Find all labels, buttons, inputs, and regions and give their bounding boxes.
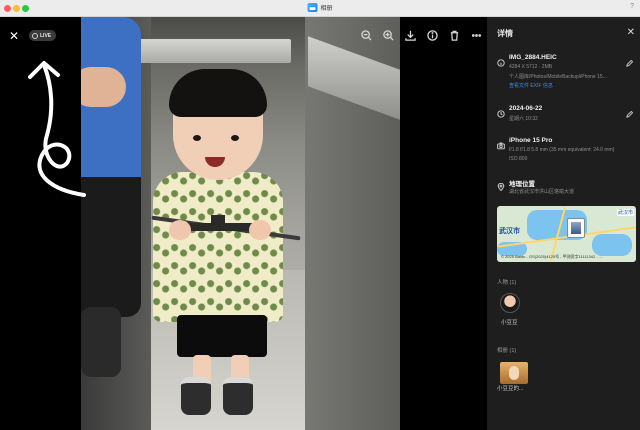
viewer-toolbar (355, 25, 487, 45)
camera-lens: f/1.8 f/1.8 5.8 mm (35 mm equivalent: 24… (509, 147, 615, 153)
map-city-label-2: 武汉市 (616, 209, 634, 216)
location-address: 湖北省武汉市洪山区珞喻大道 (509, 189, 575, 195)
album-thumbnail[interactable] (500, 362, 528, 384)
file-path: 个人图库/Photos/MobileBackup/iPhone 15... (509, 74, 607, 80)
curved-arrow-annotation (28, 61, 86, 197)
photo-viewer: ✕ LIVE (0, 17, 487, 430)
location-title: 地理位置 (509, 181, 535, 188)
delete-icon (450, 30, 458, 41)
photo-date: 2024-06-22 (509, 105, 543, 112)
date-row: 2024-06-22 星期六 10:32 (497, 105, 637, 127)
details-panel: 详情 ✕ IMG_2884.HEIC 4284 X 5712 · 2MB 个人图… (487, 17, 640, 430)
live-label: LIVE (40, 32, 52, 39)
zoom-in-button[interactable] (377, 25, 399, 45)
zoom-in-icon (382, 29, 394, 41)
camera-icon (497, 137, 505, 150)
camera-iso: ISO 800 (509, 156, 528, 162)
info-button[interactable] (421, 25, 443, 45)
file-name: IMG_2884.HEIC (509, 54, 557, 61)
album-name[interactable]: 小豆豆的... (497, 384, 524, 392)
minimize-window-button[interactable] (13, 5, 20, 12)
albums-label: 相册 (1) (497, 348, 517, 354)
window-title-text: 相册 (320, 6, 333, 12)
person-avatar[interactable] (500, 293, 520, 313)
camera-model: iPhone 15 Pro (509, 137, 553, 144)
more-icon (471, 33, 481, 37)
camera-row: iPhone 15 Pro f/1.8 f/1.8 5.8 mm (35 mm … (497, 137, 637, 169)
delete-button[interactable] (443, 25, 465, 45)
people-label: 人物 (1) (497, 280, 517, 286)
person-name[interactable]: 小豆豆 (501, 318, 518, 326)
window-title: 相册 (307, 3, 333, 12)
help-button[interactable]: ? (630, 3, 634, 10)
live-photo-icon (32, 32, 38, 39)
close-details-button[interactable]: ✕ (627, 27, 635, 38)
info-icon (426, 29, 438, 41)
photo-image[interactable] (81, 17, 400, 430)
close-window-button[interactable] (4, 5, 11, 12)
map-copyright: © 2025 Baidu - GS(2025)4125号 - 甲测资字11111… (501, 254, 603, 259)
exif-link[interactable]: 查看文件 EXIF 信息 (509, 82, 553, 89)
live-photo-badge[interactable]: LIVE (29, 30, 57, 41)
title-bar: 相册 ? (0, 0, 640, 17)
details-title: 详情 (497, 29, 513, 38)
download-button[interactable] (399, 25, 421, 45)
file-info-row: IMG_2884.HEIC 4284 X 5712 · 2MB 个人图库/Pho… (497, 54, 637, 94)
location-map[interactable]: 武汉市 武汉市 © 2025 Baidu - GS(2025)4125号 - 甲… (497, 206, 636, 262)
map-city-label: 武汉市 (499, 228, 520, 235)
zoom-window-button[interactable] (22, 5, 29, 12)
location-pin-icon (497, 178, 505, 192)
edit-icon[interactable] (626, 54, 634, 67)
file-meta: 4284 X 5712 · 2MB (509, 64, 553, 70)
info-icon (497, 54, 505, 67)
zoom-out-button[interactable] (355, 25, 377, 45)
photo-time: 星期六 10:32 (509, 116, 538, 122)
location-row: 地理位置 湖北省武汉市洪山区珞喻大道 (497, 178, 637, 202)
more-button[interactable] (465, 25, 487, 45)
download-icon (404, 30, 416, 41)
edit-date-icon[interactable] (626, 105, 634, 118)
photos-app-icon (307, 3, 318, 12)
map-photo-pin[interactable] (567, 218, 585, 238)
clock-icon (497, 105, 505, 118)
close-viewer-button[interactable]: ✕ (7, 29, 21, 43)
zoom-out-icon (360, 29, 372, 41)
